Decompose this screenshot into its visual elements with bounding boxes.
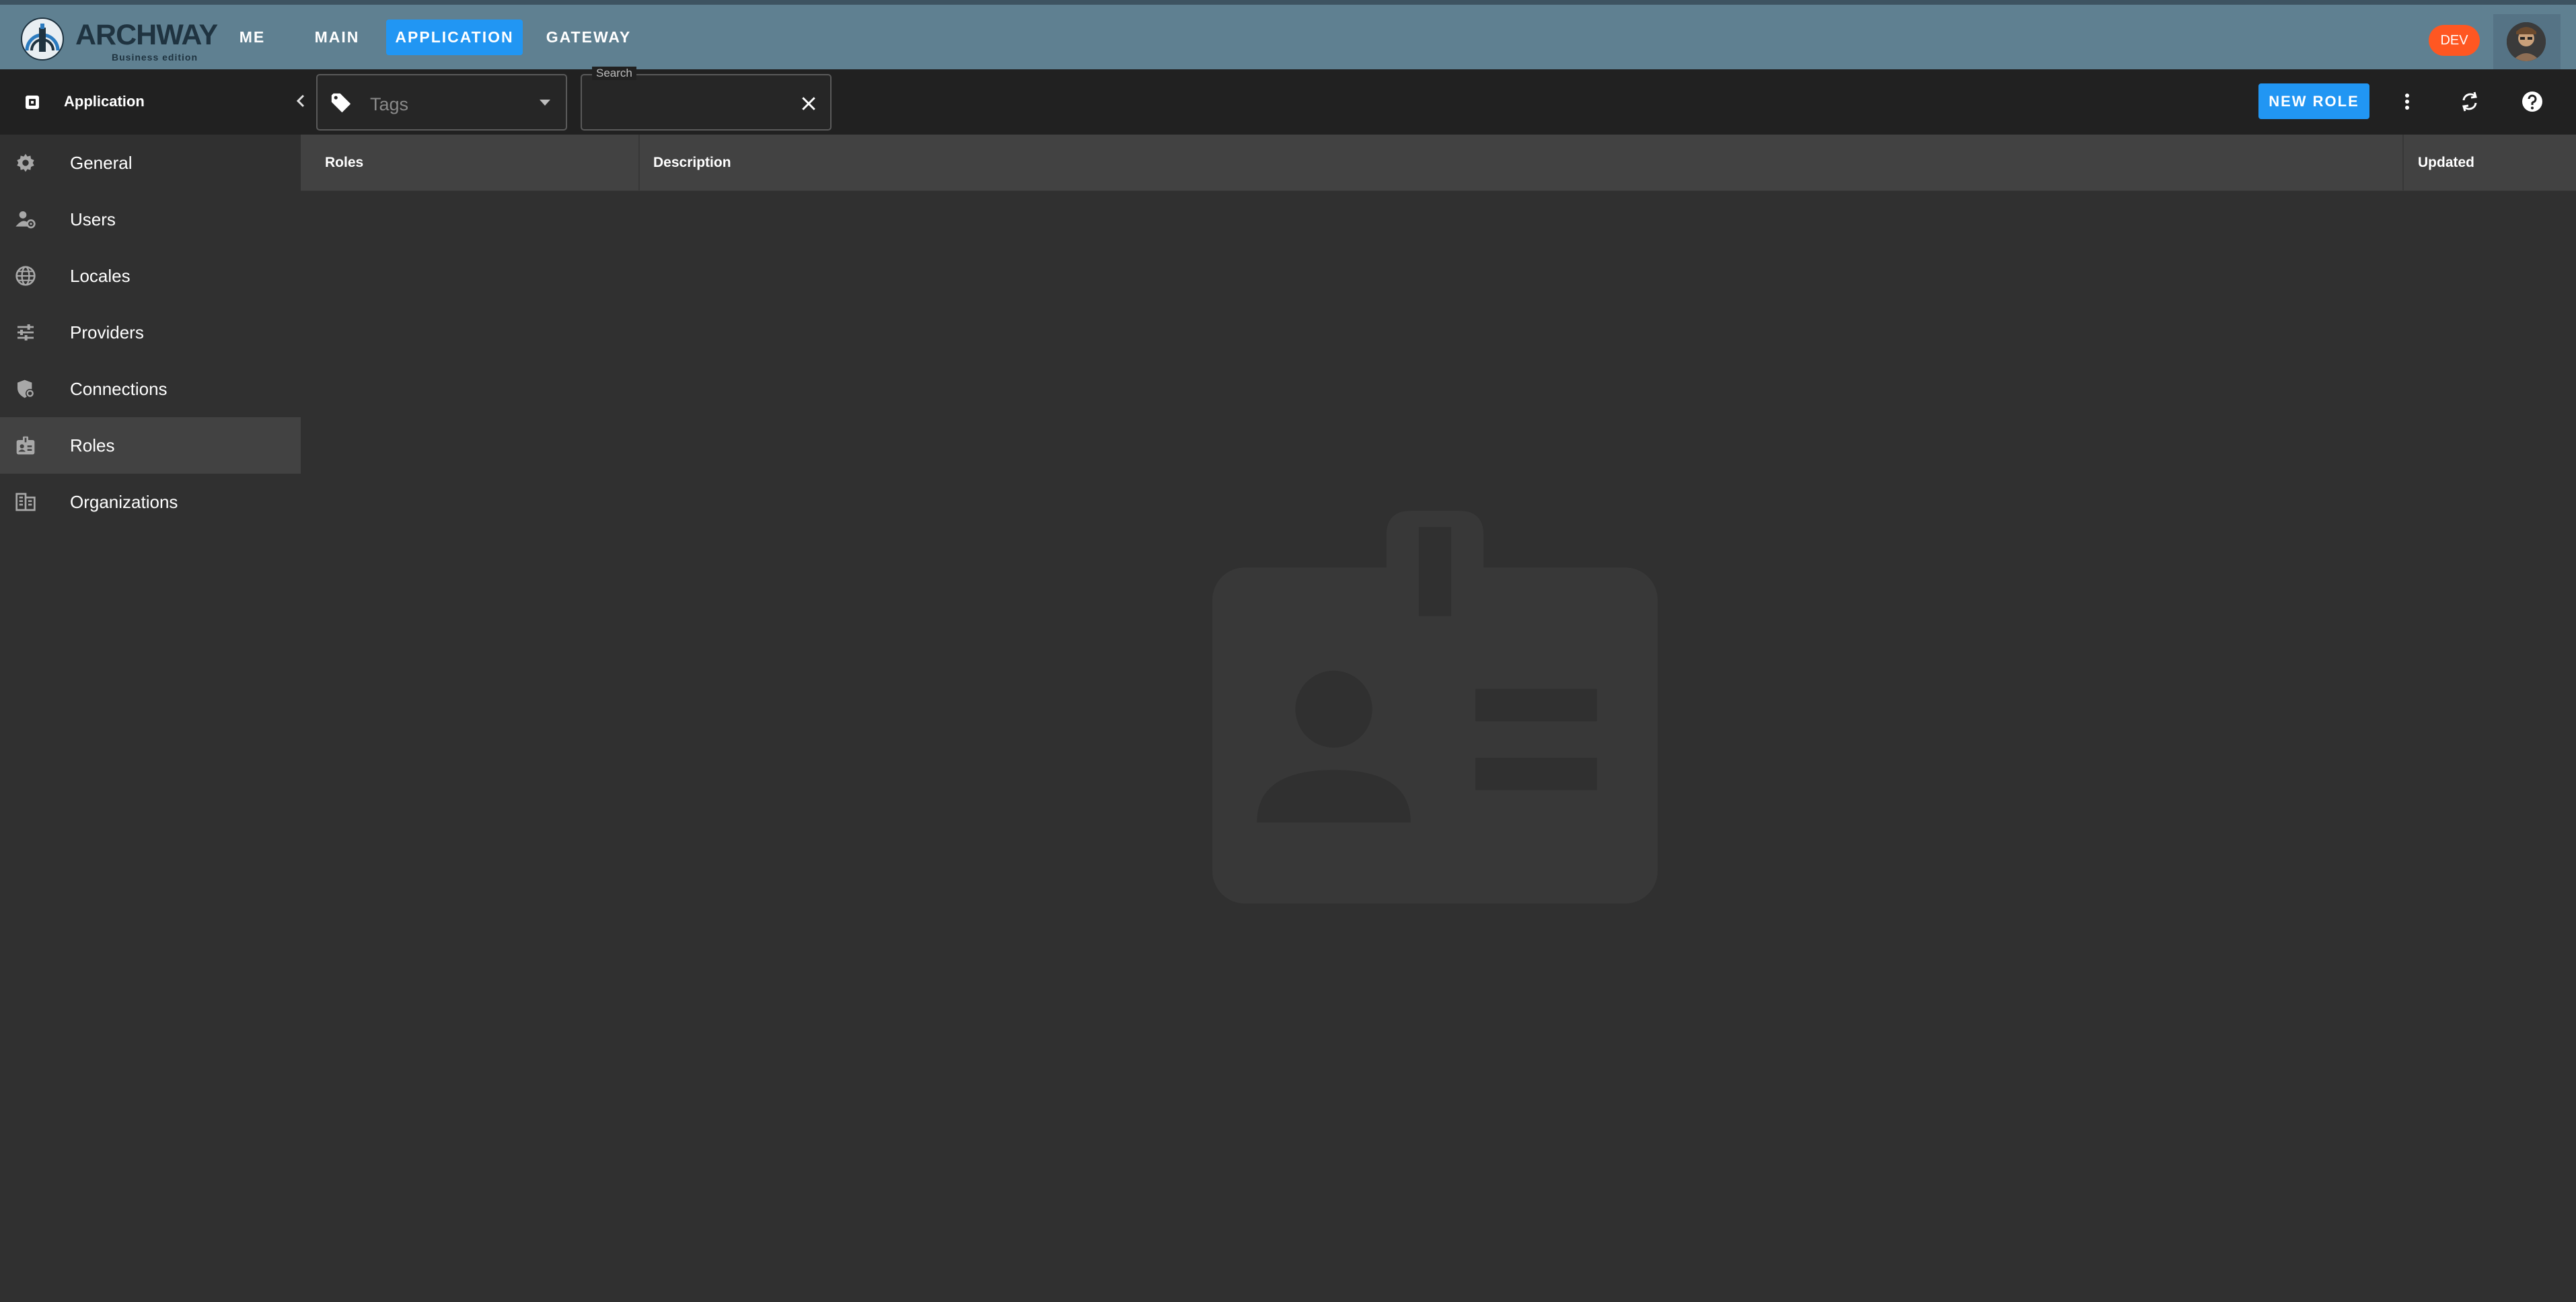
help-icon[interactable]: [2519, 88, 2546, 115]
archway-logo-icon: [21, 17, 64, 61]
nav-tab-gateway[interactable]: GATEWAY: [544, 20, 634, 55]
sidebar-item-label: Users: [70, 209, 116, 229]
app-header: Application: [0, 69, 299, 135]
sliders-icon: [17, 324, 34, 340]
avatar: [2507, 22, 2546, 61]
refresh-icon[interactable]: [2456, 88, 2483, 115]
sidebar-item-label: Providers: [70, 322, 144, 342]
environment-badge: DEV: [2429, 25, 2480, 56]
column-header-description[interactable]: Description: [653, 135, 731, 191]
column-header-roles[interactable]: Roles: [325, 135, 363, 191]
column-resize-handle[interactable]: [638, 135, 640, 191]
gear-icon: [17, 153, 34, 172]
column-resize-handle[interactable]: [2402, 135, 2404, 191]
app-title: Application: [64, 93, 145, 110]
app-icon: [26, 96, 39, 109]
nav-tab-application[interactable]: APPLICATION: [386, 20, 523, 55]
nav-tab-main[interactable]: MAIN: [304, 20, 370, 55]
sidebar-item-label: Roles: [70, 435, 115, 456]
sidebar-item-providers[interactable]: Providers: [0, 304, 301, 361]
badge-icon: [16, 436, 35, 455]
building-icon: [15, 493, 36, 511]
user-avatar-button[interactable]: [2493, 14, 2561, 69]
shield-gear-icon: [17, 379, 35, 398]
brand-name: ARCHWAY: [75, 19, 218, 51]
chevron-down-icon: [540, 100, 550, 106]
tags-placeholder: Tags: [370, 94, 409, 114]
sidebar-item-label: Locales: [70, 266, 131, 286]
sidebar-item-organizations[interactable]: Organizations: [0, 474, 301, 530]
sidebar-item-users[interactable]: Users: [0, 191, 301, 248]
sidebar-item-label: General: [70, 153, 133, 173]
tag-icon: [331, 93, 351, 113]
sidebar-item-label: Organizations: [70, 492, 178, 512]
table-header: Roles Description Updated: [301, 135, 2576, 191]
empty-state-badge-icon: [1212, 511, 1658, 904]
sidebar-item-roles[interactable]: Roles: [0, 417, 301, 474]
collapse-sidebar-icon[interactable]: [289, 89, 312, 112]
sidebar-item-locales[interactable]: Locales: [0, 248, 301, 304]
close-icon[interactable]: [799, 94, 819, 114]
brand-subtitle: Business edition: [112, 52, 198, 63]
users-settings-icon: [15, 211, 36, 229]
top-app-bar: ARCHWAY Business edition ME MAIN APPLICA…: [0, 0, 2576, 69]
sidebar-item-general[interactable]: General: [0, 135, 301, 191]
tags-select[interactable]: Tags: [316, 74, 567, 131]
nav-tab-me[interactable]: ME: [229, 20, 276, 55]
more-vert-icon[interactable]: [2394, 88, 2421, 115]
sidebar: General Users Locales Providers Connecti…: [0, 135, 301, 1302]
globe-icon: [15, 266, 36, 286]
sidebar-item-connections[interactable]: Connections: [0, 361, 301, 417]
search-field[interactable]: [581, 74, 832, 131]
new-role-button[interactable]: NEW ROLE: [2258, 83, 2369, 119]
search-input[interactable]: [595, 90, 784, 116]
user-avatar-icon: [2507, 22, 2546, 61]
brand-logo[interactable]: ARCHWAY Business edition: [20, 17, 218, 64]
search-label: Search: [592, 67, 636, 80]
column-header-updated[interactable]: Updated: [2418, 135, 2474, 191]
sidebar-item-label: Connections: [70, 379, 168, 399]
